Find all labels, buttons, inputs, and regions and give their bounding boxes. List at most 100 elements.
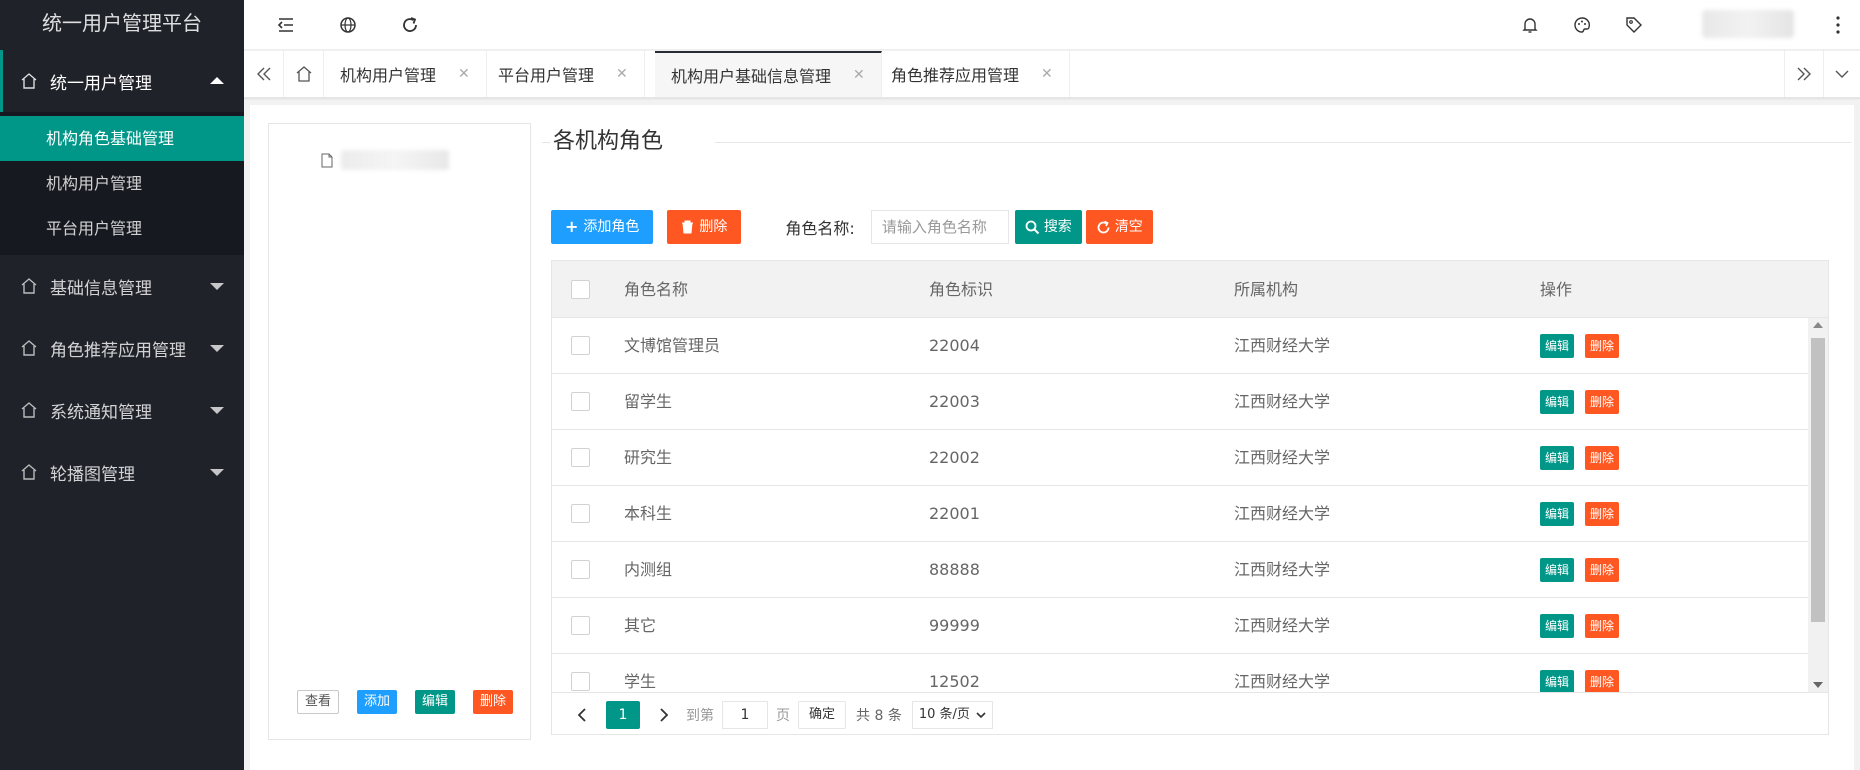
tabs-dropdown-button[interactable] [1824, 51, 1860, 97]
user-avatar[interactable] [1702, 10, 1794, 38]
nav-group-role-recommend: 角色推荐应用管理 [0, 317, 244, 379]
page-size-select[interactable]: 10 条/页 [911, 700, 993, 729]
refresh-icon[interactable] [400, 15, 420, 35]
tab-label: 角色推荐应用管理 [891, 66, 1020, 85]
row-delete-button[interactable]: 删除 [1585, 614, 1620, 638]
tree-node[interactable] [321, 150, 449, 170]
row-delete-button[interactable]: 删除 [1585, 390, 1620, 414]
row-delete-button[interactable]: 删除 [1585, 334, 1620, 358]
row-checkbox[interactable] [571, 616, 590, 635]
row-edit-button[interactable]: 编辑 [1540, 446, 1575, 470]
palette-icon[interactable] [1572, 15, 1592, 35]
row-edit-button[interactable]: 编辑 [1540, 614, 1575, 638]
tag-icon[interactable] [1624, 15, 1644, 35]
role-name-search-input[interactable] [870, 210, 1009, 244]
tabs-scroll-right-button[interactable] [1784, 51, 1824, 97]
tree-edit-button[interactable]: 编辑 [415, 690, 456, 714]
home-icon [21, 402, 37, 418]
goto-page-input[interactable] [722, 700, 768, 729]
row-delete-button[interactable]: 删除 [1585, 558, 1620, 582]
row-delete-button[interactable]: 删除 [1585, 446, 1620, 470]
tab-org-user-basic-info[interactable]: 机构用户基础信息管理 ✕ [655, 51, 882, 97]
clear-label: 清空 [1114, 219, 1143, 235]
sub-list: 机构角色基础管理 机构用户管理 平台用户管理 [0, 112, 244, 255]
row-actions: 编辑 删除 [1540, 558, 1620, 582]
file-icon [321, 153, 333, 167]
close-icon[interactable]: ✕ [616, 66, 628, 82]
chevron-down-icon [210, 345, 224, 352]
close-icon[interactable]: ✕ [1041, 66, 1053, 82]
search-button[interactable]: 搜索 [1014, 210, 1082, 244]
scroll-down-icon[interactable] [1813, 682, 1823, 688]
sidebar-item-platform-user[interactable]: 平台用户管理 [0, 206, 244, 251]
table-scrollbar[interactable] [1808, 318, 1828, 692]
total-count: 共 8 条 [856, 707, 902, 724]
bell-icon[interactable] [1520, 15, 1540, 35]
more-vertical-icon[interactable] [1836, 14, 1840, 36]
next-page-button[interactable] [650, 701, 678, 729]
row-checkbox[interactable] [571, 392, 590, 411]
row-edit-button[interactable]: 编辑 [1540, 558, 1575, 582]
table-header: 角色名称 角色标识 所属机构 操作 [552, 261, 1828, 318]
tree-view-button[interactable]: 查看 [297, 690, 340, 714]
row-checkbox[interactable] [571, 672, 590, 691]
scroll-up-icon[interactable] [1813, 322, 1823, 328]
tabs-scroll-left-button[interactable] [244, 51, 284, 97]
sidebar-item-org-user[interactable]: 机构用户管理 [0, 161, 244, 206]
nav-head-carousel[interactable]: 轮播图管理 [0, 441, 244, 503]
chevron-down-icon [210, 283, 224, 290]
chevron-down-icon [210, 407, 224, 414]
menu-fold-icon[interactable] [276, 15, 296, 35]
nav-head-role-recommend[interactable]: 角色推荐应用管理 [0, 317, 244, 379]
nav-head-unified-user[interactable]: 统一用户管理 [0, 50, 244, 112]
cell-role-name: 留学生 [624, 392, 673, 411]
delete-button[interactable]: 删除 [667, 210, 742, 244]
tab-role-recommend[interactable]: 角色推荐应用管理 ✕ [875, 51, 1070, 97]
nav-head-label: 统一用户管理 [50, 73, 152, 94]
select-all-checkbox[interactable] [571, 280, 590, 299]
globe-icon[interactable] [338, 15, 358, 35]
tab-label: 平台用户管理 [498, 66, 595, 85]
divider [542, 142, 550, 143]
tree-add-button[interactable]: 添加 [357, 690, 398, 714]
tab-home[interactable] [284, 51, 324, 97]
close-icon[interactable]: ✕ [458, 66, 470, 82]
nav-group-carousel: 轮播图管理 [0, 441, 244, 503]
cell-role-name: 研究生 [624, 448, 673, 467]
row-edit-button[interactable]: 编辑 [1540, 390, 1575, 414]
sidebar-item-org-role-basic[interactable]: 机构角色基础管理 [0, 116, 244, 161]
close-icon[interactable]: ✕ [853, 67, 865, 83]
tab-org-user[interactable]: 机构用户管理 ✕ [324, 51, 487, 97]
tree-delete-button[interactable]: 删除 [473, 690, 514, 714]
row-actions: 编辑 删除 [1540, 614, 1620, 638]
row-checkbox[interactable] [571, 336, 590, 355]
goto-confirm-button[interactable]: 确定 [798, 700, 847, 729]
row-edit-button[interactable]: 编辑 [1540, 334, 1575, 358]
cell-role-name: 其它 [624, 616, 657, 635]
row-checkbox[interactable] [571, 560, 590, 579]
clear-button[interactable]: 清空 [1085, 210, 1153, 244]
page-number-current[interactable]: 1 [606, 700, 640, 729]
row-delete-button[interactable]: 删除 [1585, 670, 1620, 694]
row-edit-button[interactable]: 编辑 [1540, 502, 1575, 526]
cell-org: 江西财经大学 [1234, 616, 1331, 635]
divider [715, 142, 1851, 143]
tab-platform-user[interactable]: 平台用户管理 ✕ [482, 51, 645, 97]
row-delete-button[interactable]: 删除 [1585, 502, 1620, 526]
prev-page-button[interactable] [568, 701, 596, 729]
nav-head-label: 角色推荐应用管理 [50, 340, 186, 361]
row-edit-button[interactable]: 编辑 [1540, 670, 1575, 694]
scroll-thumb[interactable] [1811, 338, 1825, 622]
home-icon [21, 73, 37, 89]
cell-org: 江西财经大学 [1234, 504, 1331, 523]
chevron-down-icon [1835, 70, 1849, 78]
org-tree-panel: 查看 添加 编辑 删除 [268, 123, 531, 740]
nav-head-notice[interactable]: 系统通知管理 [0, 379, 244, 441]
add-role-button[interactable]: + 添加角色 [551, 210, 654, 244]
nav-head-label: 轮播图管理 [50, 464, 135, 485]
goto-label: 到第 [686, 707, 714, 724]
row-checkbox[interactable] [571, 448, 590, 467]
tree-actions: 查看 添加 编辑 删除 [297, 690, 514, 714]
nav-head-basic-info[interactable]: 基础信息管理 [0, 255, 244, 317]
row-checkbox[interactable] [571, 504, 590, 523]
